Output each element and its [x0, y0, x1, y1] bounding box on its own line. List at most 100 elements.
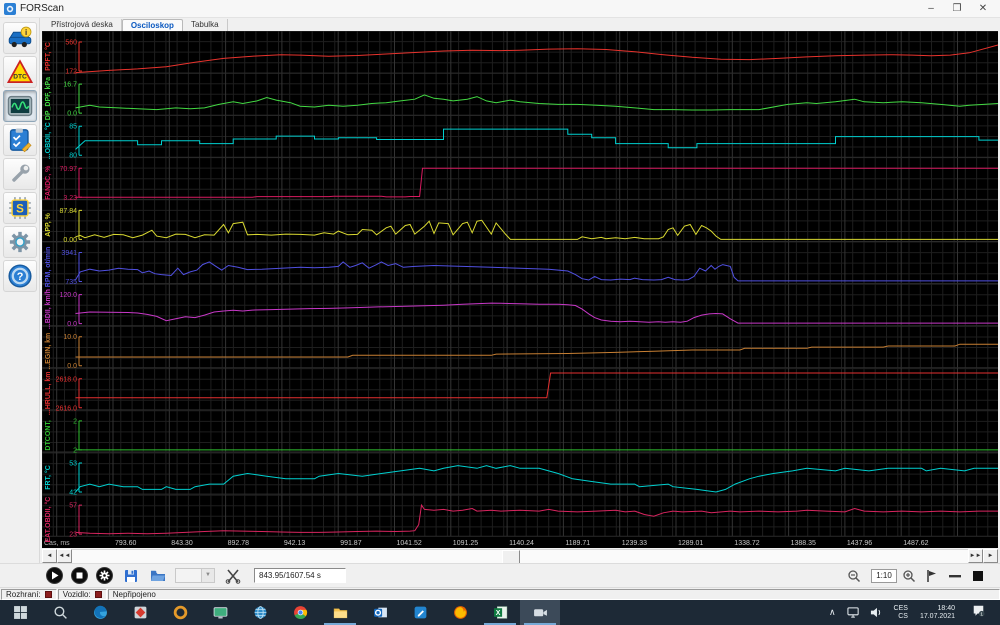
x-tick-label: 1289.01	[678, 540, 703, 547]
open-button[interactable]	[148, 567, 168, 585]
cut-button[interactable]	[223, 567, 243, 585]
taskbar-app-chrome[interactable]	[280, 600, 320, 625]
taskbar-app-notes[interactable]	[400, 600, 440, 625]
taskbar-app-media-app[interactable]	[160, 600, 200, 625]
channel-label-speed: ...BDII, km/h	[45, 289, 52, 329]
sidebar-item-service[interactable]	[3, 158, 37, 190]
service-icon	[7, 161, 33, 187]
taskbar-app-screen-recorder[interactable]	[520, 600, 560, 625]
notification-icon: 1	[972, 604, 985, 617]
axis-bracket-speed	[79, 295, 82, 324]
sidebar-item-tests[interactable]	[3, 124, 37, 156]
trace-frt	[76, 466, 999, 492]
min-label-obdii-temp: 80	[69, 153, 77, 160]
outlook-icon	[373, 605, 388, 620]
language-indicator[interactable]: CES CS	[894, 605, 908, 621]
trace-dp-dpf	[76, 95, 999, 110]
max-label-speed: 120.0	[59, 292, 77, 299]
taskbar-app-internet-globe[interactable]	[240, 600, 280, 625]
scroll-page-left-button[interactable]: ◄◄	[57, 549, 72, 563]
volume-icon[interactable]	[870, 606, 883, 619]
sidebar-item-help[interactable]: ?	[3, 260, 37, 292]
edge-icon	[93, 605, 108, 620]
start-icon	[13, 605, 28, 620]
clock-time: 18:40	[920, 605, 955, 613]
scroll-step-right-button[interactable]: ►	[983, 549, 998, 563]
scrollbar-thumb[interactable]	[502, 550, 520, 564]
clock[interactable]: 18:40 17.07.2021	[920, 605, 955, 621]
taskbar-app-firefox[interactable]	[440, 600, 480, 625]
tab-table[interactable]: Tabulka	[183, 19, 228, 31]
zoom-out-button[interactable]	[845, 567, 863, 585]
close-button[interactable]: ✕	[970, 1, 996, 17]
taskbar-app-search[interactable]	[40, 600, 80, 625]
channel-label-egin: ...EGIN, km	[45, 333, 52, 370]
forscan-app-icon	[4, 3, 16, 15]
vehicle-label: Vozidlo:	[63, 590, 91, 599]
tab-dashboard[interactable]: Přístrojová deska	[43, 19, 122, 31]
tray-expand-icon[interactable]: ∧	[829, 607, 836, 618]
line-style-button[interactable]	[946, 567, 964, 585]
taskbar-app-start[interactable]	[0, 600, 40, 625]
max-label-frt: 53	[69, 461, 77, 468]
chrome-icon	[293, 605, 308, 620]
sidebar-item-dtc[interactable]: DTC	[3, 56, 37, 88]
taskbar-app-excel[interactable]: X	[480, 600, 520, 625]
excel-icon: X	[493, 605, 508, 620]
scrollbar-track[interactable]	[72, 549, 968, 563]
search-icon	[53, 605, 68, 620]
line-style-icon	[948, 569, 962, 583]
record-settings-button[interactable]	[96, 567, 113, 584]
trace-rpm	[76, 262, 999, 281]
zoom-scale-display: 1:10	[871, 569, 897, 583]
scroll-step-left-button[interactable]: ◄	[42, 549, 57, 563]
minimize-button[interactable]: –	[918, 1, 944, 17]
scroll-page-right-button[interactable]: ►►	[968, 549, 983, 563]
sidebar: iDTC S?	[0, 18, 40, 587]
max-label-egin: 10.0	[63, 334, 77, 341]
network-icon[interactable]	[847, 606, 860, 619]
taskbar-app-photo-viewer[interactable]	[120, 600, 160, 625]
max-label-hrull: 2618.0	[56, 376, 78, 383]
notification-center-button[interactable]: 1	[967, 604, 990, 622]
channel-label-hrull: ...HRULL, km	[45, 372, 52, 416]
min-label-fandc: 3.23	[63, 195, 77, 202]
x-tick-label: 1091.25	[453, 540, 478, 547]
taskbar-app-file-explorer[interactable]	[320, 600, 360, 625]
min-label-dp-dpf: 0.0	[67, 111, 77, 118]
status-bar: Rozhraní: Vozidlo: Nepřipojeno	[0, 587, 1000, 600]
svg-text:1: 1	[980, 611, 983, 617]
sidebar-item-programming[interactable]: S	[3, 192, 37, 224]
max-label-dtcont: 2	[73, 418, 77, 425]
marker-flag-icon	[925, 569, 939, 583]
marker-button[interactable]	[923, 567, 941, 585]
sidebar-item-oscilloscope[interactable]	[3, 90, 37, 122]
play-button[interactable]	[46, 567, 63, 584]
max-label-eat: 57	[69, 503, 77, 510]
signal-select[interactable]: ▼	[175, 568, 215, 583]
time-scrollbar: ◄ ◄◄ ►► ►	[42, 549, 998, 563]
axis-bracket-rpm	[79, 253, 82, 282]
playback-time-display: 843.95/1607.54 s	[254, 568, 346, 583]
zoom-in-button[interactable]	[900, 567, 918, 585]
taskbar-app-display-capture[interactable]	[200, 600, 240, 625]
connection-status-cell: Nepřipojeno	[108, 589, 1000, 600]
taskbar-app-edge[interactable]	[80, 600, 120, 625]
block-style-button[interactable]	[969, 567, 987, 585]
stop-button[interactable]	[71, 567, 88, 584]
x-tick-label: 1338.72	[734, 540, 759, 547]
oscilloscope-canvas[interactable]: 793.60843.30892.78942.13991.871041.52109…	[42, 31, 998, 548]
sidebar-item-settings[interactable]	[3, 226, 37, 258]
taskbar-app-outlook[interactable]	[360, 600, 400, 625]
open-folder-icon	[150, 568, 166, 584]
trace-hrull	[76, 373, 999, 398]
svg-text:X: X	[495, 610, 500, 617]
min-label-app: 0.00	[63, 237, 77, 244]
min-label-egin: 0.0	[67, 363, 77, 370]
channel-label-app: APP, %	[45, 212, 52, 236]
maximize-button[interactable]: ❐	[944, 1, 970, 17]
sidebar-item-vehicle-info[interactable]: i	[3, 22, 37, 54]
channel-label-dp-dpf: DP_DPF, kPa	[45, 77, 52, 120]
tab-oscilloscope[interactable]: Osciloskop	[122, 19, 183, 31]
save-button[interactable]	[121, 567, 141, 585]
